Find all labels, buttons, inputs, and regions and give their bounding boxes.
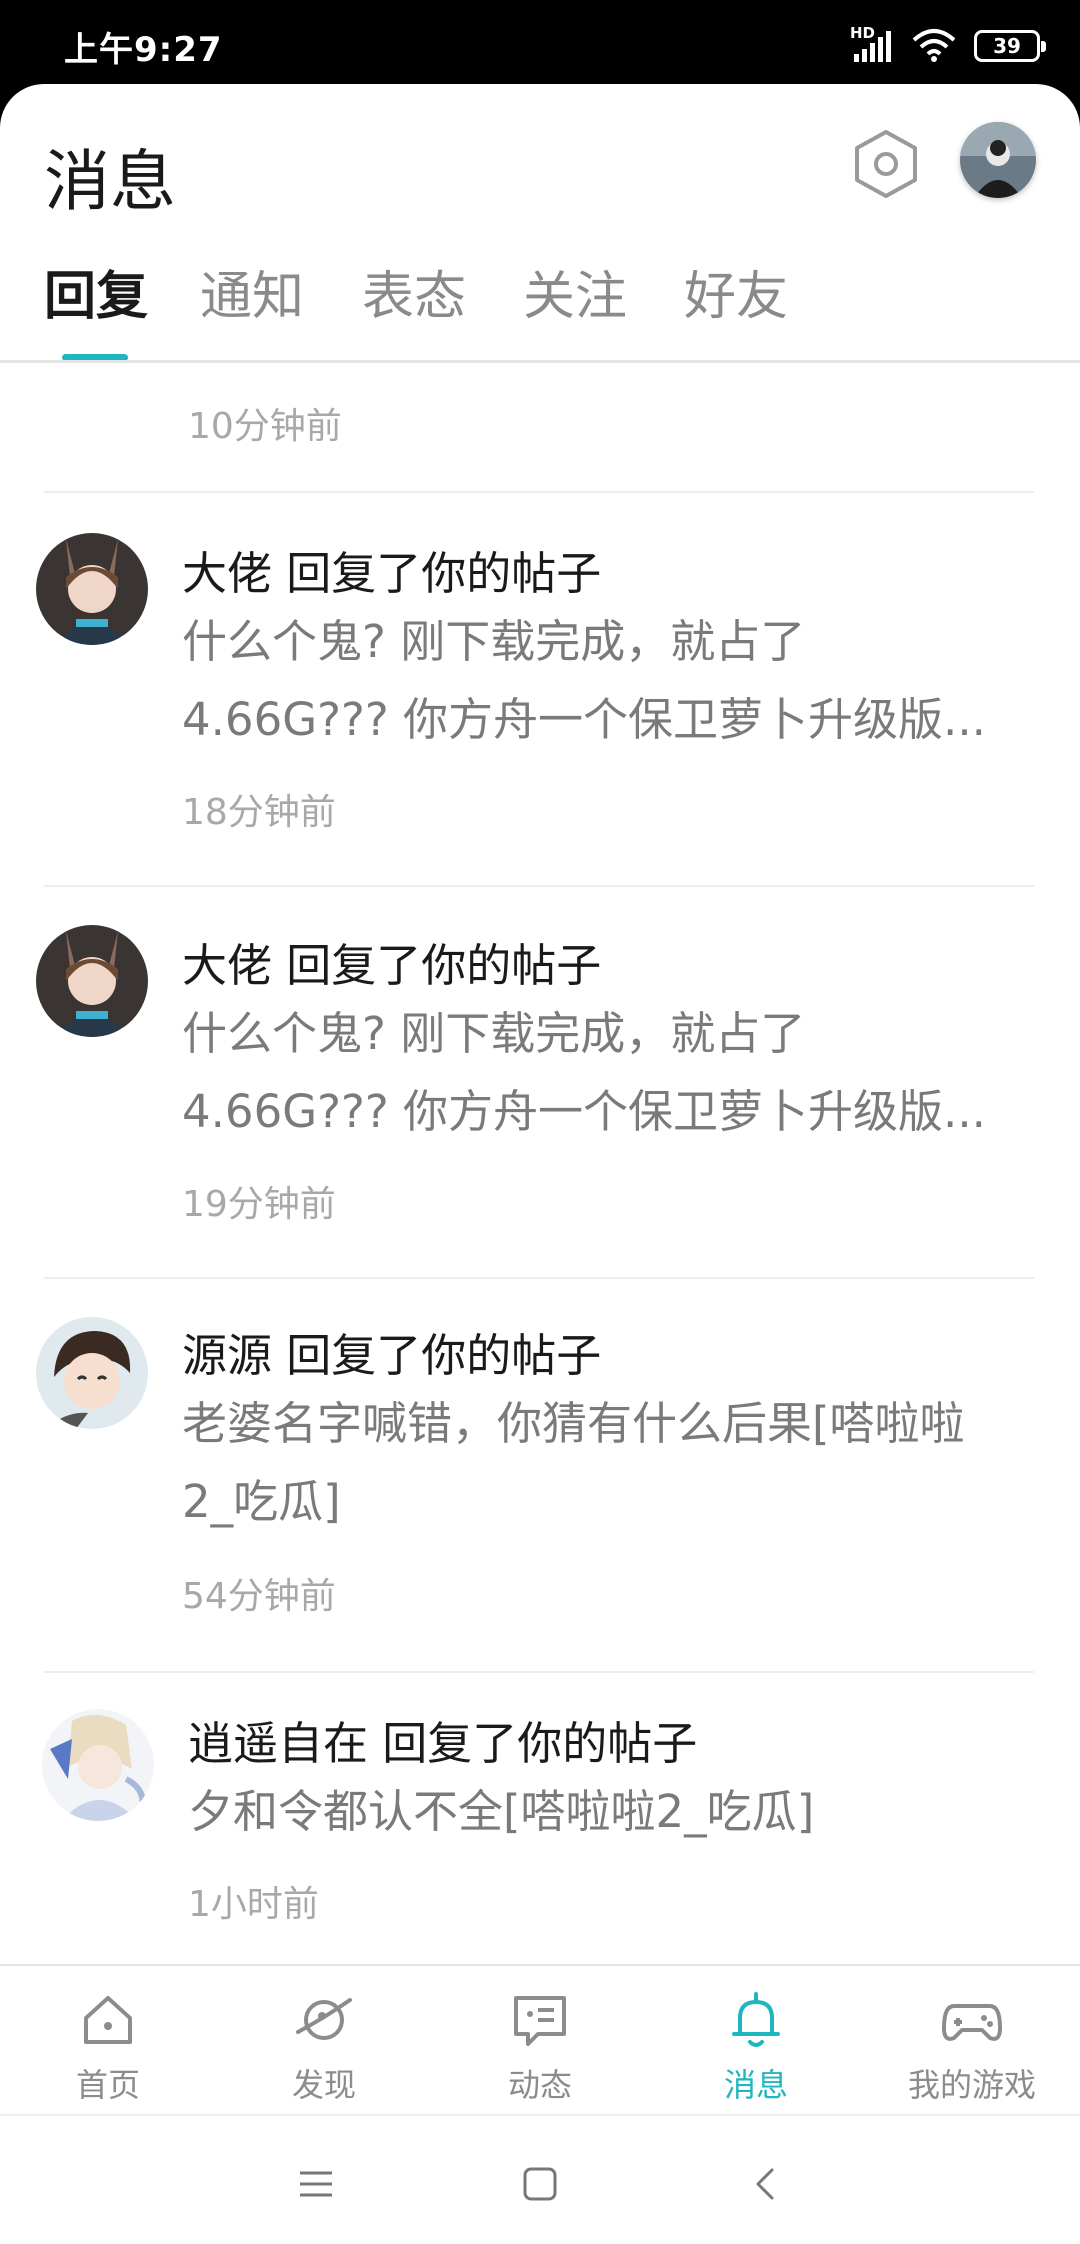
network-label: HD <box>850 24 876 42</box>
item-time: 18分钟前 <box>182 792 336 833</box>
nav-home[interactable]: 首页 <box>0 1966 216 2116</box>
tab-reaction[interactable]: 表态 <box>362 264 466 360</box>
item-body: 什么个鬼? 刚下载完成，就占了 4.66G??? 你方舟一个保卫萝卜升级版... <box>182 603 1032 759</box>
hexagon-settings-icon <box>855 130 917 198</box>
nav-label: 我的游戏 <box>907 2066 1036 2104</box>
list-item[interactable]: 源源 回复了你的帖子 老婆名字喊错，你猜有什么后果[嗒啦啦 2_吃瓜] 54分钟… <box>0 1279 1080 1671</box>
bottom-nav: 首页 发现 动态 消息 我的游戏 <box>0 1964 1080 2114</box>
status-icons: HD 39 <box>850 24 1046 68</box>
item-body-line: 2_吃瓜] <box>182 1475 341 1528</box>
item-title: 源源 回复了你的帖子 <box>182 1329 602 1382</box>
planet-icon <box>296 1998 352 2040</box>
nav-label: 动态 <box>507 2066 572 2104</box>
list-item[interactable]: 大佬 回复了你的帖子 什么个鬼? 刚下载完成，就占了 4.66G??? 你方舟一… <box>0 887 1080 1277</box>
item-body-line: 4.66G??? 你方舟一个保卫萝卜升级版... <box>182 1085 986 1138</box>
back-button[interactable] <box>736 2154 796 2214</box>
partial-item-time: 10分钟前 <box>188 406 342 447</box>
nav-label: 首页 <box>75 2066 140 2104</box>
item-body: 什么个鬼? 刚下载完成，就占了 4.66G??? 你方舟一个保卫萝卜升级版... <box>182 995 1032 1151</box>
list-item[interactable]: 大佬 回复了你的帖子 什么个鬼? 刚下载完成，就占了 4.66G??? 你方舟一… <box>0 493 1080 885</box>
avatar[interactable] <box>36 1317 148 1429</box>
item-title: 大佬 回复了你的帖子 <box>182 939 602 992</box>
nav-feed[interactable]: 动态 <box>432 1966 648 2116</box>
nav-discover[interactable]: 发现 <box>216 1966 432 2116</box>
cartoon-boy-avatar-icon <box>36 1317 148 1429</box>
list-item[interactable]: 逍遥自在 回复了你的帖子 夕和令都认不全[嗒啦啦2_吃瓜] 1小时前 <box>0 1673 1080 1963</box>
item-body-line: 4.66G??? 你方舟一个保卫萝卜升级版... <box>182 693 986 746</box>
menu-button[interactable] <box>286 2154 346 2214</box>
tab-follow[interactable]: 关注 <box>523 264 627 360</box>
anime-girl-avatar-icon <box>36 925 148 1037</box>
profile-avatar[interactable] <box>960 122 1036 198</box>
settings-button[interactable] <box>850 124 922 204</box>
avatar[interactable] <box>36 533 148 645</box>
item-body-line: 夕和令都认不全[嗒啦啦2_吃瓜] <box>188 1785 815 1838</box>
nav-label: 发现 <box>291 2066 356 2104</box>
status-bar: 上午9:27 HD 39 <box>0 0 1080 88</box>
nav-label: 消息 <box>723 2066 788 2104</box>
bell-icon <box>732 1992 780 2047</box>
square-home-icon <box>523 2167 557 2201</box>
messages-page: 消息 回复 通知 表态 关注 好友 10分钟前 大佬 回复了你的帖子 什么个鬼?… <box>0 84 1080 2244</box>
avatar[interactable] <box>42 1709 154 1821</box>
signal-icon: HD <box>850 24 894 64</box>
anime-character-avatar-icon <box>42 1709 154 1821</box>
item-title: 大佬 回复了你的帖子 <box>182 547 602 600</box>
item-time: 54分钟前 <box>182 1576 336 1617</box>
nav-my-games[interactable]: 我的游戏 <box>864 1966 1080 2116</box>
item-body-line: 老婆名字喊错，你猜有什么后果[嗒啦啦 <box>182 1397 965 1450</box>
tab-reply[interactable]: 回复 <box>44 264 148 360</box>
wifi-icon <box>912 28 956 64</box>
chevron-left-icon <box>756 2168 774 2200</box>
chat-bubble-icon <box>514 1996 566 2046</box>
user-avatar <box>960 122 1036 198</box>
item-body: 老婆名字喊错，你猜有什么后果[嗒啦啦 2_吃瓜] <box>182 1385 1032 1541</box>
anime-girl-avatar-icon <box>36 533 148 645</box>
home-icon <box>84 1996 132 2044</box>
item-body: 夕和令都认不全[嗒啦啦2_吃瓜] <box>188 1773 1038 1851</box>
system-nav-bar <box>0 2114 1080 2244</box>
item-body-line: 什么个鬼? 刚下载完成，就占了 <box>182 1007 806 1060</box>
nav-messages[interactable]: 消息 <box>648 1966 864 2116</box>
item-body-line: 什么个鬼? 刚下载完成，就占了 <box>182 615 806 668</box>
home-button[interactable] <box>510 2154 570 2214</box>
item-title: 逍遥自在 回复了你的帖子 <box>188 1717 698 1770</box>
item-time: 19分钟前 <box>182 1184 336 1225</box>
status-time: 上午9:27 <box>64 30 223 70</box>
battery-icon: 39 <box>974 30 1046 62</box>
gamepad-icon <box>942 2004 1002 2041</box>
battery-level: 39 <box>993 34 1021 58</box>
phone-screen: 上午9:27 HD 39 消息 回复 通知 表态 关注 好友 10分钟前 大佬 … <box>0 0 1080 2244</box>
tab-friends[interactable]: 好友 <box>684 264 788 360</box>
tab-notice[interactable]: 通知 <box>200 264 304 360</box>
avatar[interactable] <box>36 925 148 1037</box>
reply-list[interactable]: 10分钟前 大佬 回复了你的帖子 什么个鬼? 刚下载完成，就占了 4.66G??… <box>0 363 1080 1963</box>
item-time: 1小时前 <box>188 1884 319 1925</box>
page-title: 消息 <box>44 143 176 220</box>
menu-icon <box>300 2171 332 2197</box>
message-tabs: 回复 通知 表态 关注 好友 <box>0 264 1080 360</box>
